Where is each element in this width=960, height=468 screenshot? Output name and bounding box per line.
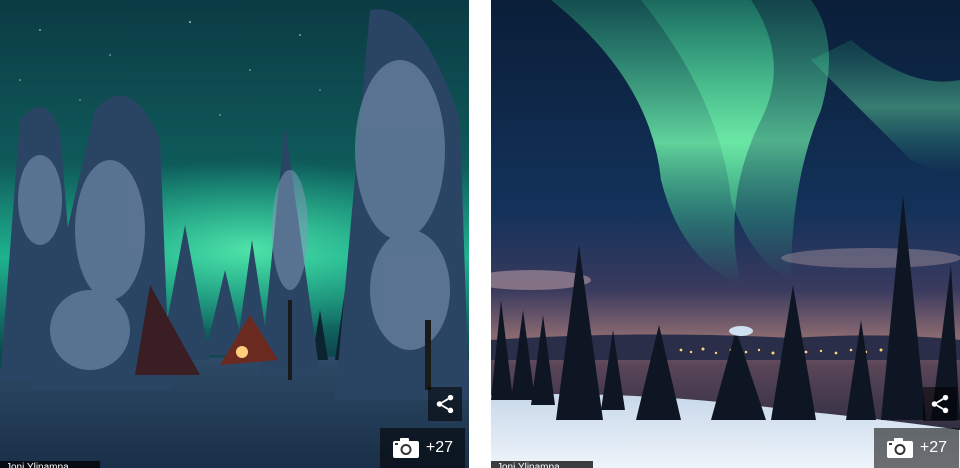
share-icon xyxy=(931,394,949,414)
gallery-count-button[interactable]: +27 xyxy=(380,428,465,468)
share-button[interactable] xyxy=(428,387,462,421)
share-button[interactable] xyxy=(923,387,957,421)
photo-aurora-town[interactable]: +27 Joni Ylinampa xyxy=(491,0,960,468)
aurora-forest-image xyxy=(0,0,469,468)
gallery-count-button[interactable]: +27 xyxy=(874,428,959,468)
camera-icon xyxy=(886,438,913,458)
photo-gallery: +27 Joni Ylinampa +27 Joni Ylinampa xyxy=(0,0,960,468)
aurora-town-image xyxy=(491,0,960,468)
photo-credit: Joni Ylinampa xyxy=(0,461,100,468)
share-icon xyxy=(436,394,454,414)
photo-count: +27 xyxy=(425,439,454,456)
photo-count: +27 xyxy=(919,439,948,456)
camera-icon xyxy=(392,438,419,458)
photo-credit: Joni Ylinampa xyxy=(491,461,593,468)
photo-aurora-forest[interactable]: +27 Joni Ylinampa xyxy=(0,0,469,468)
